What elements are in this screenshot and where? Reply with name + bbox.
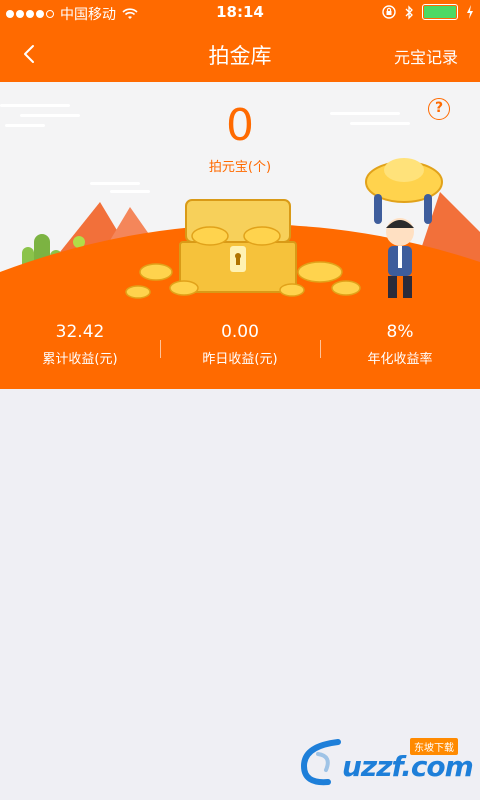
navigation-bar: 拍金库 元宝记录 <box>0 26 480 82</box>
charging-icon <box>467 5 473 19</box>
stat-total-earnings: 32.42 累计收益(元) <box>0 318 160 378</box>
bluetooth-icon <box>405 4 413 20</box>
stat-value: 8% <box>386 322 414 342</box>
status-bar: 中国移动 18:14 <box>0 0 480 26</box>
watermark-text: uzzf.com <box>342 750 474 783</box>
header: 中国移动 18:14 拍金库 元宝记录 <box>0 0 480 82</box>
rotation-lock-icon <box>382 5 396 19</box>
battery-icon <box>422 4 458 20</box>
stat-annual-rate: 8% 年化收益率 <box>320 318 480 378</box>
stat-label: 昨日收益(元) <box>202 352 278 367</box>
watermark-swirl-icon <box>300 739 341 786</box>
status-right <box>382 4 474 20</box>
stat-value: 0.00 <box>221 322 259 342</box>
stat-label: 年化收益率 <box>367 352 433 367</box>
stat-divider <box>320 340 321 358</box>
watermark-logo: 东坡下载 uzzf.com <box>298 736 474 788</box>
stats-row: 32.42 累计收益(元) 0.00 昨日收益(元) 8% 年化收益率 <box>0 318 480 378</box>
stat-value: 32.42 <box>55 322 105 342</box>
stat-yesterday-earnings: 0.00 昨日收益(元) <box>160 318 320 378</box>
vault-banner: ? 0 拍元宝(个) 32.42 累计收益(元) 0.00 昨日收益(元) 8%… <box>0 82 480 389</box>
stat-label: 累计收益(元) <box>42 352 118 367</box>
records-link[interactable]: 元宝记录 <box>394 44 458 68</box>
ingot-count: 0 <box>226 100 254 151</box>
battery-level <box>424 6 456 18</box>
ingot-count-label: 拍元宝(个) <box>208 160 272 175</box>
stat-divider <box>160 340 161 358</box>
